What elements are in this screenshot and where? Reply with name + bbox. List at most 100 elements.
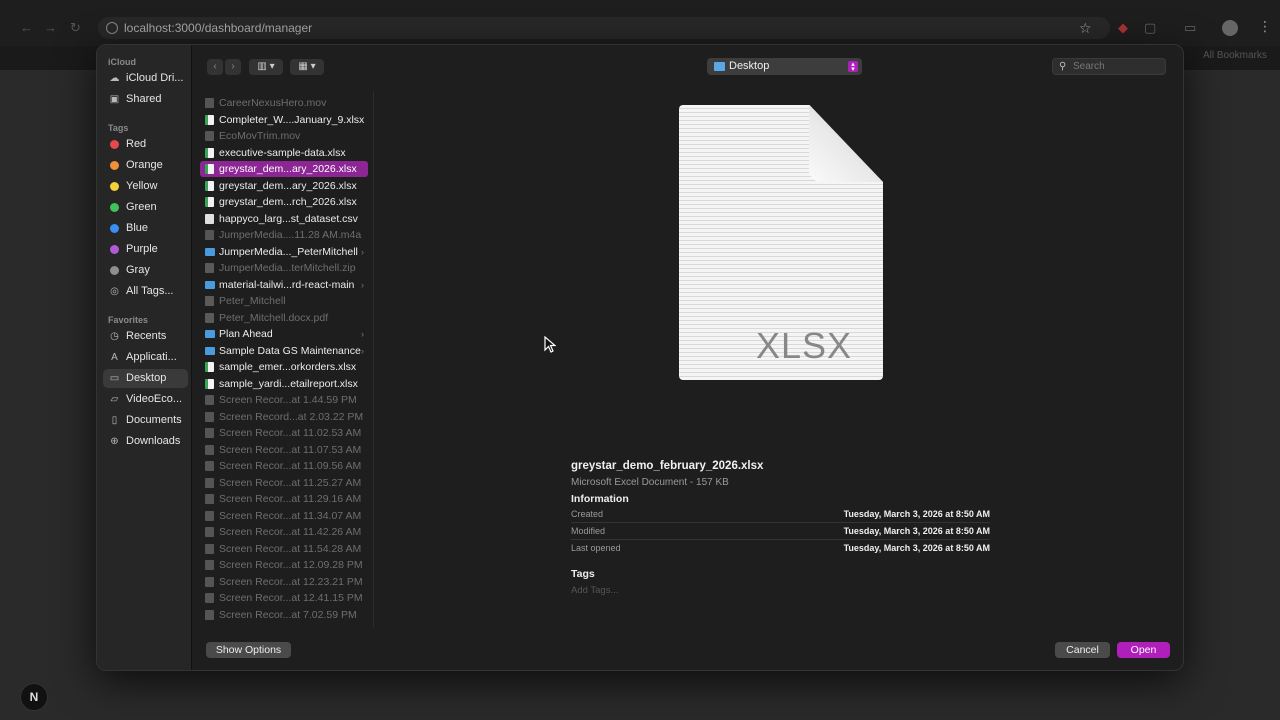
sidebar-tag-green[interactable]: Green — [103, 198, 188, 217]
file-name: Peter_Mitchell — [219, 295, 286, 307]
file-row[interactable]: Screen Recor...at 11.54.28 AM — [200, 541, 368, 557]
search-input[interactable] — [1073, 60, 1161, 73]
file-row[interactable]: Screen Recor...at 12.23.21 PM — [200, 574, 368, 590]
extensions-puzzle-icon[interactable]: ▢ — [1144, 20, 1156, 36]
info-row-last-opened: Last opened Tuesday, March 3, 2026 at 8:… — [571, 543, 990, 553]
file-list[interactable]: CareerNexusHero.mov Completer_W....Januar… — [192, 91, 374, 627]
forward-button[interactable]: › — [225, 59, 241, 75]
file-row[interactable]: Screen Record...at 2.03.22 PM — [200, 409, 368, 425]
all-tags-icon: ◎ — [110, 286, 119, 297]
folder-row[interactable]: JumperMedia..._PeterMitchell › — [200, 244, 368, 260]
file-row[interactable]: Peter_Mitchell — [200, 293, 368, 309]
file-row[interactable]: CareerNexusHero.mov — [200, 95, 368, 111]
file-name: JumperMedia...terMitchell.zip — [219, 262, 356, 274]
chevron-right-icon: › — [361, 279, 364, 290]
sidebar-item-all-tags[interactable]: ◎ All Tags... — [103, 282, 188, 301]
sidebar-item-downloads[interactable]: ⊕ Downloads — [103, 432, 188, 451]
file-row[interactable]: Screen Recor...at 11.29.16 AM — [200, 491, 368, 507]
file-row[interactable]: Screen Recor...at 1.44.59 PM — [200, 392, 368, 408]
sidebar-item-desktop[interactable]: ▭ Desktop — [103, 369, 188, 388]
extension-icon[interactable]: ◆ — [1118, 20, 1128, 36]
info-row-modified: Modified Tuesday, March 3, 2026 at 8:50 … — [571, 523, 990, 540]
sidebar-item-icloud-drive[interactable]: ☁ iCloud Dri... — [103, 69, 188, 88]
file-row[interactable]: Screen Recor...at 11.34.07 AM — [200, 508, 368, 524]
file-row[interactable]: Screen Recor...at 11.25.27 AM — [200, 475, 368, 491]
site-info-icon[interactable] — [106, 22, 118, 34]
file-icon — [205, 263, 214, 273]
location-popup[interactable]: Desktop ▴ ▾ — [707, 58, 862, 75]
file-name: greystar_dem...ary_2026.xlsx — [219, 179, 357, 192]
open-button[interactable]: Open — [1117, 642, 1170, 658]
sidebar-tag-gray[interactable]: Gray — [103, 261, 188, 280]
sidebar-item-videoeco[interactable]: ▱ VideoEco... — [103, 390, 188, 409]
sidebar-item-documents[interactable]: ▯ Documents — [103, 411, 188, 430]
bookmark-star-icon[interactable]: ☆ — [1079, 20, 1092, 37]
browser-menu-icon[interactable]: ⋮ — [1258, 18, 1272, 35]
add-tags-field[interactable]: Add Tags... — [571, 585, 618, 596]
file-row[interactable]: greystar_dem...ary_2026.xlsx — [200, 178, 368, 194]
file-row[interactable]: greystar_dem...ary_2026.xlsx — [200, 161, 368, 177]
sidebar-tag-yellow[interactable]: Yellow — [103, 177, 188, 196]
document-icon: ▯ — [111, 415, 118, 426]
search-field[interactable]: ⚲ — [1052, 58, 1166, 75]
file-row[interactable]: executive-sample-data.xlsx — [200, 145, 368, 161]
show-options-button[interactable]: Show Options — [206, 642, 291, 658]
profile-avatar[interactable] — [1222, 20, 1238, 36]
folder-icon — [205, 346, 215, 355]
sidebar-item-shared[interactable]: ▣ Shared — [103, 90, 188, 109]
file-row[interactable]: Screen Recor...at 11.02.53 AM — [200, 425, 368, 441]
file-row[interactable]: Screen Recor...at 12.41.15 PM — [200, 590, 368, 606]
file-row[interactable]: Screen Recor...at 11.07.53 AM — [200, 442, 368, 458]
file-row[interactable]: EcoMovTrim.mov — [200, 128, 368, 144]
file-name: Screen Recor...at 12.41.15 PM — [219, 592, 363, 604]
media-file-icon — [205, 543, 214, 554]
sidebar-tag-blue[interactable]: Blue — [103, 219, 188, 238]
file-row[interactable]: greystar_dem...rch_2026.xlsx — [200, 194, 368, 210]
folder-row[interactable]: Plan Ahead › — [200, 326, 368, 342]
browser-reload-icon[interactable]: ↻ — [70, 20, 81, 36]
sidebar-item-applications[interactable]: A Applicati... — [103, 348, 188, 367]
file-row[interactable]: Peter_Mitchell.docx.pdf — [200, 310, 368, 326]
desktop-icon: ▭ — [109, 373, 120, 384]
side-panel-icon[interactable]: ▭ — [1184, 20, 1196, 36]
address-bar[interactable]: localhost:3000/dashboard/manager — [98, 17, 1110, 39]
nextjs-badge[interactable]: N — [20, 683, 48, 711]
sidebar-tag-orange[interactable]: Orange — [103, 156, 188, 175]
media-file-icon — [205, 510, 214, 521]
grid-view-button[interactable]: ▦ ▾ — [290, 59, 324, 75]
file-row[interactable]: Screen Recor...at 7.02.59 PM — [200, 607, 368, 623]
file-name: Screen Recor...at 11.54.28 AM — [219, 542, 362, 555]
file-name: Screen Recor...at 11.07.53 AM — [219, 443, 362, 456]
column-view-button[interactable]: ▥ ▾ — [249, 59, 283, 75]
gray-tag-dot — [110, 266, 119, 275]
file-name: Screen Recor...at 7.02.59 PM — [219, 608, 357, 621]
purple-tag-dot — [110, 245, 119, 254]
spreadsheet-file-icon — [205, 180, 214, 191]
file-row[interactable]: Screen Recor...at 11.09.56 AM — [200, 458, 368, 474]
media-file-icon — [205, 593, 214, 603]
all-bookmarks-link[interactable]: All Bookmarks — [1203, 50, 1267, 61]
spreadsheet-file-icon — [205, 362, 214, 372]
sidebar-tag-red[interactable]: Red — [103, 135, 188, 154]
file-row[interactable]: JumperMedia...terMitchell.zip — [200, 260, 368, 276]
file-row[interactable]: happyco_larg...st_dataset.csv — [200, 211, 368, 227]
media-file-icon — [205, 395, 214, 405]
sidebar-item-recents[interactable]: ◷ Recents — [103, 327, 188, 346]
file-row[interactable]: JumperMedia....11.28 AM.m4a — [200, 227, 368, 243]
file-row[interactable]: Screen Recor...at 11.42.26 AM — [200, 524, 368, 540]
file-row[interactable]: Completer_W....January_9.xlsx — [200, 112, 368, 128]
cancel-button[interactable]: Cancel — [1055, 642, 1110, 658]
folder-row[interactable]: material-tailwi...rd-react-main › — [200, 277, 368, 293]
blue-tag-dot — [110, 224, 119, 233]
thumbnail-type-label: XLSX — [755, 325, 853, 366]
folder-row[interactable]: Sample Data GS Maintenance › — [200, 343, 368, 359]
file-row[interactable]: sample_emer...orkorders.xlsx — [200, 359, 368, 375]
folder-icon: ▱ — [110, 394, 119, 405]
browser-forward-icon[interactable]: → — [44, 20, 57, 35]
file-name: Screen Recor...at 12.09.28 PM — [219, 559, 363, 571]
sidebar-tag-purple[interactable]: Purple — [103, 240, 188, 259]
file-row[interactable]: sample_yardi...etailreport.xlsx — [200, 376, 368, 392]
browser-back-icon[interactable]: ← — [20, 20, 33, 35]
back-button[interactable]: ‹ — [207, 59, 223, 75]
file-row[interactable]: Screen Recor...at 12.09.28 PM — [200, 557, 368, 573]
